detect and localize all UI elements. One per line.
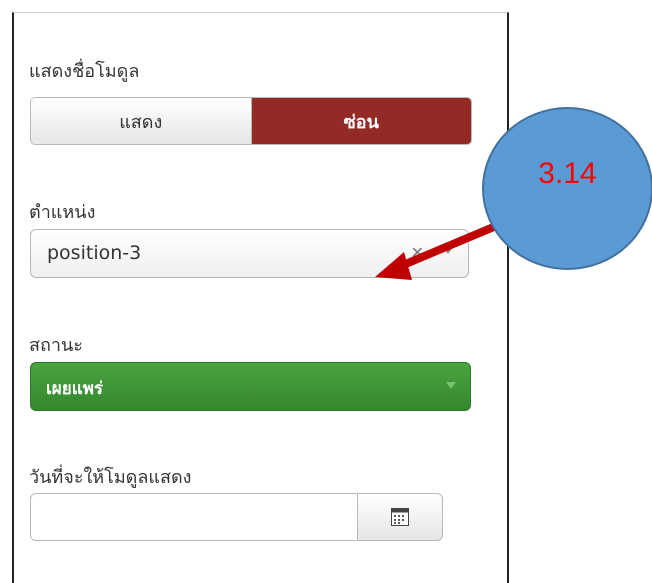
annotation-text: 3.14 xyxy=(538,157,597,190)
annotation-arrow xyxy=(375,222,500,280)
annotation-callout: 3.14 xyxy=(482,107,652,270)
